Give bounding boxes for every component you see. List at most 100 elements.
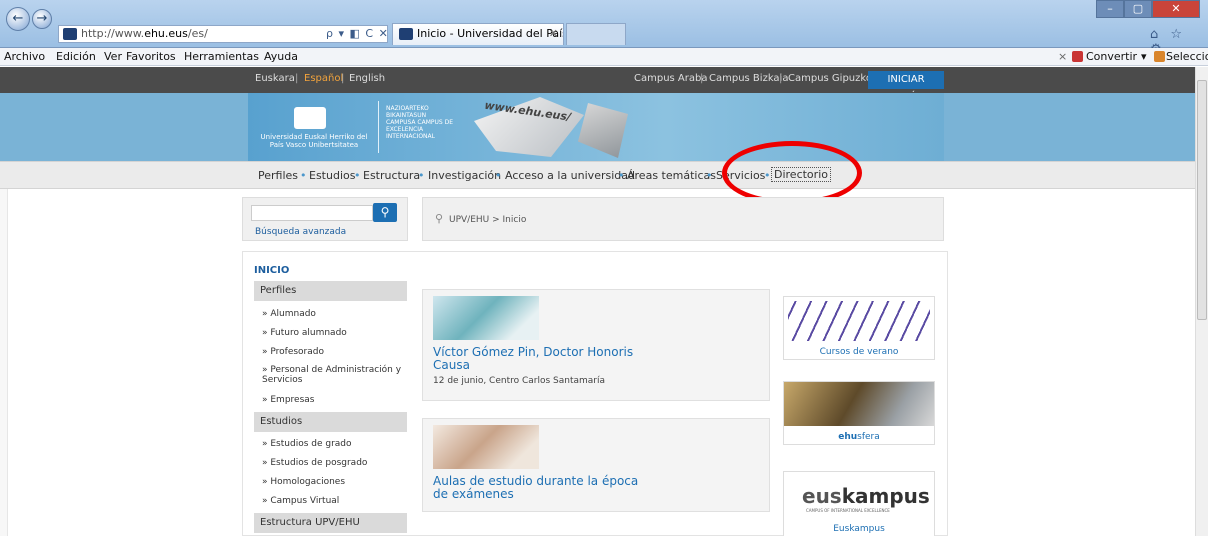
sidebar-item-profesorado[interactable]: » Profesorado [262,347,406,357]
sidebar-inicio[interactable]: INICIO [254,265,289,276]
campus-araba-link[interactable]: Campus Araba [634,73,707,84]
nav-estructura[interactable]: Estructura [363,169,420,182]
nav-dot: • [354,169,361,182]
sidebar-item-campus-virtual[interactable]: » Campus Virtual [262,496,406,506]
news-title[interactable]: Aulas de estudio durante la época de exá… [433,475,653,501]
new-tab-button[interactable] [566,23,626,45]
sidebar-head-perfiles[interactable]: Perfiles [254,281,407,301]
menu-ver[interactable]: Ver [104,50,122,63]
news-image [433,296,539,340]
search-button[interactable]: ⚲ [373,203,397,222]
menu-herramientas[interactable]: Herramientas [184,50,259,63]
euskampus-tagline: CAMPUS OF INTERNATIONAL EXCELLENCE [806,508,890,513]
sidebar-item-posgrado[interactable]: » Estudios de posgrado [262,458,406,468]
window-controls: – ▢ ✕ [1096,0,1204,20]
ehusfera-image [784,382,934,426]
address-tools[interactable]: ρ ▾ ◧ C ✕ [326,27,388,41]
maximize-button[interactable]: ▢ [1124,0,1152,18]
promo-caption: ehusfera [784,432,934,442]
news-card[interactable]: Víctor Gómez Pin, Doctor Honoris Causa 1… [422,289,770,401]
tab-close-icon[interactable]: ✕ [549,24,558,44]
news-title[interactable]: Víctor Gómez Pin, Doctor Honoris Causa [433,346,653,372]
breadcrumb: ⚲ UPV/EHU > Inicio [422,197,944,241]
sidebar-head-estudios[interactable]: Estudios [254,412,407,432]
address-plain: http://www. [81,27,145,40]
tab-favicon-icon [399,28,413,40]
maximize-icon: ▢ [1132,2,1144,15]
browser-toolbar-icons[interactable]: ⌂ ☆ ⚙ [1150,27,1206,57]
sidebar-item-empresas[interactable]: » Empresas [262,395,406,405]
menu-edicion[interactable]: Edición [56,50,96,63]
red-highlight-circle [722,141,862,205]
back-button[interactable]: ← [6,7,30,31]
sidebar-item-homologaciones[interactable]: » Homologaciones [262,477,406,487]
toolbar-extensions: × Convertir ▾ Seleccionar [1058,50,1208,64]
nav-perfiles[interactable]: Perfiles [258,169,298,182]
web-page: Euskara | Español | English Campus Araba… [0,67,1195,536]
sidebar-item-alumnado[interactable]: » Alumnado [262,309,406,319]
separator: | [779,73,783,84]
sidebar: Perfiles » Alumnado » Futuro alumnado » … [254,281,407,536]
nav-acceso[interactable]: Acceso a la universidad [505,169,635,182]
convert-dropdown-icon[interactable]: ▾ [1141,50,1147,63]
nav-investigacion[interactable]: Investigación [428,169,501,182]
menu-archivo[interactable]: Archivo [4,50,45,63]
address-domain: ehu.eus [144,27,188,40]
ehusfera-rest: sfera [857,432,880,442]
search-input[interactable] [251,205,373,221]
promo-cursos-verano[interactable]: Cursos de verano [783,296,935,360]
nav-dot: • [706,169,713,182]
paper-fold-image [578,103,628,158]
campus-gipuzkoa-link[interactable]: Campus Gipuzkoa [788,73,878,84]
campus-excellence-text: NAZIOARTEKO BIKAINTASUN CAMPUSA CAMPUS D… [386,105,454,140]
sidebar-item-pas[interactable]: » Personal de Administración y Servicios [262,365,406,385]
sidebar-head-estructura[interactable]: Estructura UPV/EHU [254,513,407,533]
scrollbar-thumb[interactable] [1197,80,1207,320]
menu-bar: Archivo Edición Ver Favoritos Herramient… [0,48,1208,66]
browser-tab-active[interactable]: Inicio - Universidad del País... ✕ [392,23,564,45]
campus-bizkaia-link[interactable]: Campus Bizkaia [709,73,788,84]
advanced-search-link[interactable]: Búsqueda avanzada [255,227,346,237]
promo-caption: Euskampus [833,524,885,534]
lang-espanol[interactable]: Español [304,73,343,84]
nav-estudios[interactable]: Estudios [309,169,355,182]
lang-euskara[interactable]: Euskara [255,73,295,84]
lang-english[interactable]: English [349,73,385,84]
location-pin-icon: ⚲ [435,212,444,225]
main-navigation: Perfiles • Estudios • Estructura • Inves… [0,161,1195,189]
nav-dot: • [418,169,425,182]
minimize-icon: – [1107,2,1113,15]
sidebar-item-grado[interactable]: » Estudios de grado [262,439,406,449]
promo-ehusfera[interactable]: ehusfera [783,381,935,445]
select-icon [1154,51,1165,62]
breadcrumb-text[interactable]: UPV/EHU > Inicio [449,215,526,225]
minimize-button[interactable]: – [1096,0,1124,18]
forward-button[interactable]: → [32,9,52,29]
university-logo-icon[interactable] [294,107,326,129]
menu-favoritos[interactable]: Favoritos [126,50,176,63]
euskampus-logo-b: kampus [841,484,930,508]
sidebar-item-futuro-alumnado[interactable]: » Futuro alumnado [262,328,406,338]
close-window-button[interactable]: ✕ [1152,0,1200,18]
separator: | [295,73,299,84]
toolbar-close-icon[interactable]: × [1058,50,1067,63]
promo-caption: Cursos de verano [819,347,899,357]
nav-areas-tematicas[interactable]: Áreas temáticas [627,169,716,182]
login-button[interactable]: INICIAR SESIÓN [868,71,944,103]
back-arrow-icon: ← [12,11,24,26]
site-favicon-icon [63,28,77,40]
promo-euskampus[interactable]: euskampus CAMPUS OF INTERNATIONAL EXCELL… [783,471,935,536]
close-icon: ✕ [1171,2,1181,15]
search-panel: ⚲ Búsqueda avanzada [242,197,408,241]
nav-dot: • [300,169,307,182]
menu-ayuda[interactable]: Ayuda [264,50,298,63]
calligraphy-image [788,301,930,341]
news-card[interactable]: Aulas de estudio durante la época de exá… [422,418,770,512]
tab-title: Inicio - Universidad del País... [417,27,564,40]
select-button[interactable]: Seleccionar [1166,50,1208,63]
nav-dot: • [618,169,625,182]
ehusfera-bold: ehu [838,432,858,442]
separator: | [341,73,345,84]
separator: | [700,73,704,84]
convert-button[interactable]: Convertir [1086,50,1137,63]
